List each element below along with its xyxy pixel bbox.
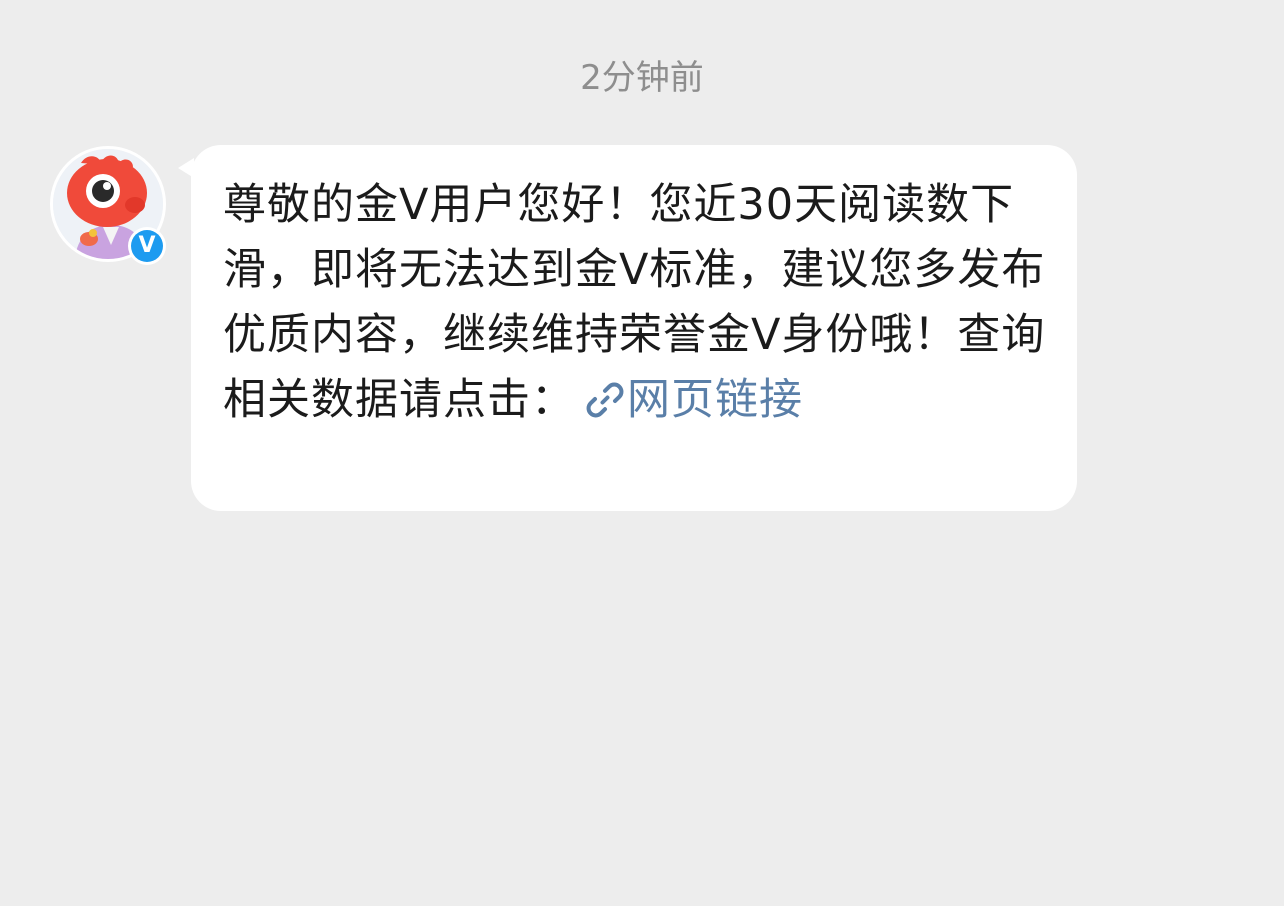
verified-v-icon: V [131, 230, 163, 262]
web-link[interactable]: 网页链接 [575, 375, 803, 425]
link-icon [586, 382, 624, 418]
message-timestamp: 2分钟前 [580, 58, 704, 98]
message-bubble: 尊敬的金V用户您好！您近30天阅读数下滑，即将无法达到金V标准，建议您多发布优质… [191, 145, 1077, 511]
web-link-label: 网页链接 [627, 375, 803, 425]
message-body: 尊敬的金V用户您好！您近30天阅读数下滑，即将无法达到金V标准，建议您多发布优质… [223, 173, 1049, 433]
verified-badge: V [128, 227, 166, 265]
